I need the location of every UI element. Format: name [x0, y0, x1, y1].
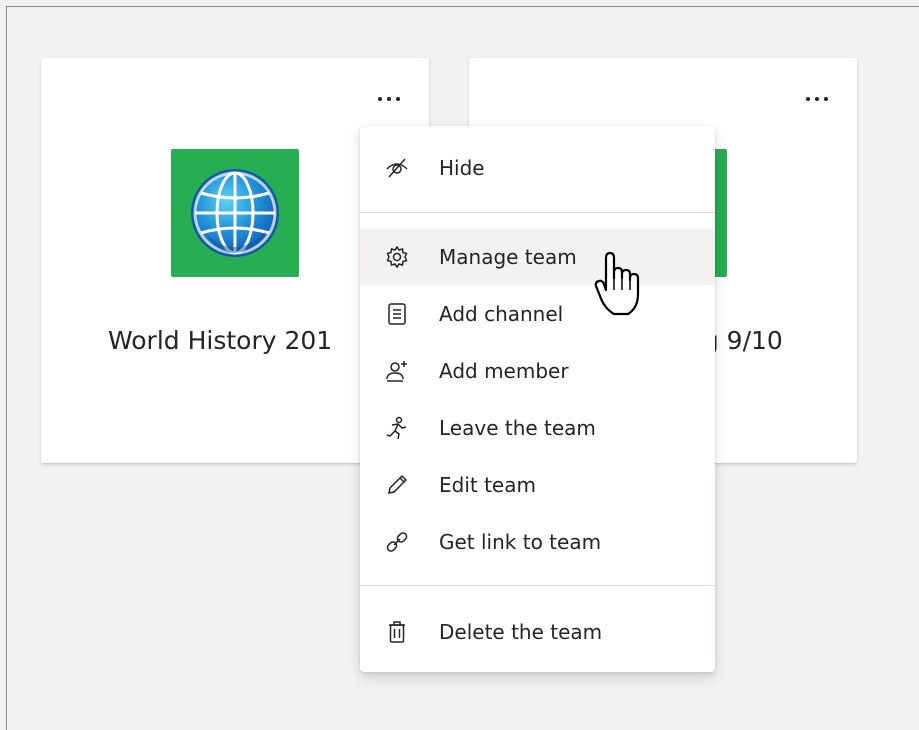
menu-item-label: Hide	[439, 156, 485, 180]
pencil-icon	[384, 472, 410, 498]
trash-icon	[384, 619, 410, 645]
globe-icon	[191, 169, 279, 257]
more-options-button[interactable]	[797, 84, 837, 114]
team-name: World History 201	[108, 326, 333, 355]
channel-icon	[384, 301, 410, 327]
menu-item-label: Edit team	[439, 473, 536, 497]
menu-item-edit-team[interactable]: Edit team	[360, 457, 715, 513]
team-avatar	[171, 149, 299, 277]
more-options-icon	[806, 97, 828, 101]
menu-item-label: Leave the team	[439, 416, 596, 440]
menu-item-manage-team[interactable]: Manage team	[360, 229, 715, 285]
menu-item-add-channel[interactable]: Add channel	[360, 286, 715, 342]
gear-icon	[384, 244, 410, 270]
menu-item-label: Add member	[439, 359, 569, 383]
menu-item-label: Manage team	[439, 245, 577, 269]
menu-item-delete-team[interactable]: Delete the team	[360, 604, 715, 660]
menu-item-add-member[interactable]: Add member	[360, 343, 715, 399]
menu-divider	[360, 212, 715, 213]
menu-item-hide[interactable]: Hide	[360, 140, 715, 196]
more-options-button[interactable]	[369, 84, 409, 114]
more-options-icon	[378, 97, 400, 101]
team-context-menu: Hide Manage team Add channel Add member …	[360, 126, 715, 672]
add-member-icon	[384, 358, 410, 384]
link-icon	[384, 529, 410, 555]
hide-icon	[384, 155, 410, 181]
menu-item-get-link[interactable]: Get link to team	[360, 514, 715, 570]
leave-icon	[384, 415, 410, 441]
menu-item-leave-team[interactable]: Leave the team	[360, 400, 715, 456]
menu-item-label: Get link to team	[439, 530, 602, 554]
menu-item-label: Delete the team	[439, 620, 603, 644]
menu-item-label: Add channel	[439, 302, 564, 326]
menu-divider	[360, 585, 715, 586]
